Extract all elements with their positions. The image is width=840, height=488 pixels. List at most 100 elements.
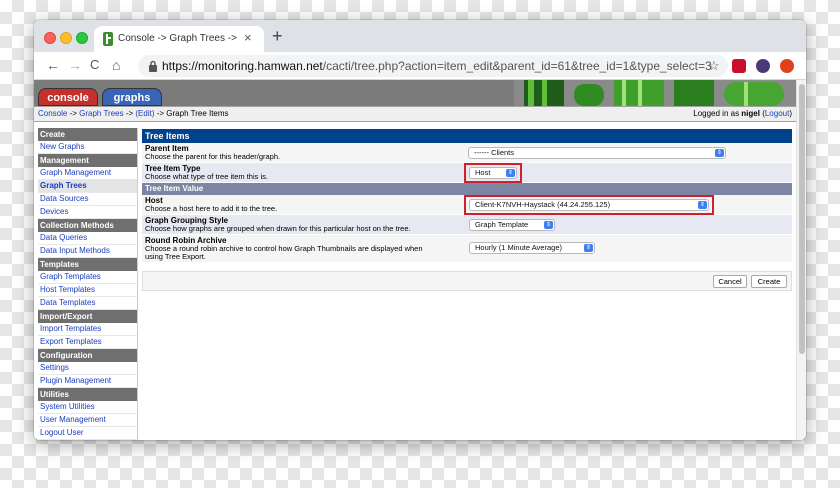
grouping-select[interactable]: Graph Template ⇕: [469, 219, 555, 231]
sidebar-item-system-utilities[interactable]: System Utilities: [38, 401, 137, 414]
extension-icon[interactable]: [780, 59, 794, 73]
sidebar-item-graph-management[interactable]: Graph Management: [38, 167, 137, 180]
breadcrumb-separator: ->: [123, 109, 136, 118]
login-paren-close: ): [789, 109, 792, 118]
select-arrow-icon: ⇕: [584, 244, 593, 252]
address-toolbar: ← → C ⌂ https://monitoring.hamwan.net/ca…: [34, 52, 806, 80]
create-button[interactable]: Create: [751, 275, 787, 288]
select-arrow-icon: ⇕: [698, 201, 707, 209]
sidebar-item-data-templates[interactable]: Data Templates: [38, 297, 137, 310]
scrollbar-thumb[interactable]: [799, 84, 805, 354]
home-icon[interactable]: ⌂: [112, 56, 120, 74]
sidebar-item-host-templates[interactable]: Host Templates: [38, 284, 137, 297]
page-content: console graphs Console -> Graph Trees ->…: [34, 80, 796, 440]
sidebar-item-graph-templates[interactable]: Graph Templates: [38, 271, 137, 284]
rra-select[interactable]: Hourly (1 Minute Average) ⇕: [469, 242, 595, 254]
browser-tab[interactable]: Console -> Graph Trees -> (Ed ×: [94, 26, 264, 52]
form-button-bar: Cancel Create: [142, 271, 792, 291]
tree-item-type-desc: Choose what type of tree item this is.: [145, 172, 268, 181]
sidebar-item-import-templates[interactable]: Import Templates: [38, 323, 137, 336]
breadcrumb-current: Graph Tree Items: [166, 109, 229, 118]
cactus-logo-icon: [514, 80, 796, 106]
host-select[interactable]: Client-K7NVH-Haystack (44.24.255.125) ⇕: [469, 199, 709, 211]
parent-item-value: ------ Clients: [474, 148, 514, 157]
sidebar-item-graph-trees[interactable]: Graph Trees: [38, 180, 137, 193]
rra-label-group: Round Robin Archive Choose a round robin…: [145, 237, 423, 261]
logout-link[interactable]: Logout: [765, 109, 789, 118]
sidebar-item-export-templates[interactable]: Export Templates: [38, 336, 137, 349]
tree-items-form: Tree Items Parent Item Choose the parent…: [142, 129, 792, 291]
url-path: /cacti/tree.php?action=item_edit&parent_…: [322, 59, 712, 73]
sidebar-item-devices[interactable]: Devices: [38, 206, 137, 219]
tree-item-value-header: Tree Item Value: [142, 183, 792, 195]
sidebar-item-plugin-management[interactable]: Plugin Management: [38, 375, 137, 388]
host-desc: Choose a host here to add it to the tree…: [145, 204, 278, 213]
sidebar-item-settings[interactable]: Settings: [38, 362, 137, 375]
url-text: https://monitoring.hamwan.net/cacti/tree…: [162, 59, 712, 73]
rra-desc-2: using Tree Export.: [145, 252, 206, 261]
lock-icon: [149, 60, 157, 72]
tab-title: Console -> Graph Trees -> (Ed: [118, 33, 238, 44]
grouping-value: Graph Template: [475, 220, 529, 229]
tree-item-type-label-group: Tree Item Type Choose what type of tree …: [145, 165, 268, 181]
tab-strip: Console -> Graph Trees -> (Ed × +: [34, 20, 806, 52]
url-bar[interactable]: https://monitoring.hamwan.net/cacti/tree…: [138, 55, 728, 77]
sidebar-section-collection-methods: Collection Methods: [38, 219, 137, 232]
sidebar-item-user-management[interactable]: User Management: [38, 414, 137, 427]
sidebar-section-configuration: Configuration: [38, 349, 137, 362]
profile-extension-icon[interactable]: [756, 59, 770, 73]
back-icon[interactable]: ←: [46, 56, 60, 74]
breadcrumb-console-link[interactable]: Console: [38, 109, 67, 118]
breadcrumb-separator: ->: [67, 109, 80, 118]
login-info: Logged in as nigel (Logout): [693, 107, 792, 121]
parent-item-desc: Choose the parent for this header/graph.: [145, 152, 281, 161]
grouping-desc: Choose how graphs are grouped when drawn…: [145, 224, 411, 233]
select-arrow-icon: ⇕: [715, 149, 724, 157]
reload-icon[interactable]: C: [90, 56, 99, 74]
breadcrumb-graph-trees-link[interactable]: Graph Trees: [79, 109, 123, 118]
new-tab-button[interactable]: +: [272, 26, 283, 46]
login-username: nigel: [741, 109, 760, 118]
tab-close-icon[interactable]: ×: [244, 30, 252, 46]
sidebar-section-import-export: Import/Export: [38, 310, 137, 323]
console-tab[interactable]: console: [38, 88, 98, 106]
rra-value: Hourly (1 Minute Average): [475, 243, 562, 252]
breadcrumb-separator: ->: [154, 109, 167, 118]
bookmark-star-icon[interactable]: ☆: [708, 58, 720, 74]
sidebar-item-data-queries[interactable]: Data Queries: [38, 232, 137, 245]
sidebar-section-management: Management: [38, 154, 137, 167]
form-title: Tree Items: [142, 129, 792, 143]
vertical-scrollbar[interactable]: [796, 80, 806, 440]
sidebar-item-data-input-methods[interactable]: Data Input Methods: [38, 245, 137, 258]
forward-icon[interactable]: →: [68, 56, 82, 74]
breadcrumb: Console -> Graph Trees -> (Edit) -> Grap…: [38, 107, 229, 121]
select-arrow-icon: ⇕: [544, 221, 553, 229]
login-prefix: Logged in as: [693, 109, 742, 118]
sidebar-item-new-graphs[interactable]: New Graphs: [38, 141, 137, 154]
grouping-label-group: Graph Grouping Style Choose how graphs a…: [145, 217, 411, 233]
maximize-window-button[interactable]: [76, 32, 88, 44]
breadcrumb-bar: Console -> Graph Trees -> (Edit) -> Grap…: [34, 106, 796, 122]
host-label-group: Host Choose a host here to add it to the…: [145, 197, 277, 213]
sidebar-section-templates: Templates: [38, 258, 137, 271]
select-arrow-icon: ⇕: [506, 169, 515, 177]
tree-item-type-select[interactable]: Host ⇕: [469, 167, 517, 179]
ublock-extension-icon[interactable]: [732, 59, 746, 73]
breadcrumb-edit-link[interactable]: (Edit): [135, 109, 154, 118]
sidebar-item-data-sources[interactable]: Data Sources: [38, 193, 137, 206]
host-value: Client-K7NVH-Haystack (44.24.255.125): [475, 200, 611, 209]
cacti-header: console graphs: [34, 80, 796, 106]
parent-item-select[interactable]: ------ Clients ⇕: [468, 147, 726, 159]
cacti-favicon-icon: [103, 32, 113, 46]
cancel-button[interactable]: Cancel: [713, 275, 747, 288]
parent-item-label-group: Parent Item Choose the parent for this h…: [145, 145, 280, 161]
grouping-row: Graph Grouping Style Choose how graphs a…: [142, 215, 792, 235]
rra-row: Round Robin Archive Choose a round robin…: [142, 235, 792, 263]
tree-item-type-value: Host: [475, 168, 491, 177]
close-window-button[interactable]: [44, 32, 56, 44]
url-host: https://monitoring.hamwan.net: [162, 59, 323, 73]
minimize-window-button[interactable]: [60, 32, 72, 44]
parent-item-row: Parent Item Choose the parent for this h…: [142, 143, 792, 163]
graphs-tab[interactable]: graphs: [102, 88, 162, 106]
sidebar-item-logout-user[interactable]: Logout User: [38, 427, 137, 440]
